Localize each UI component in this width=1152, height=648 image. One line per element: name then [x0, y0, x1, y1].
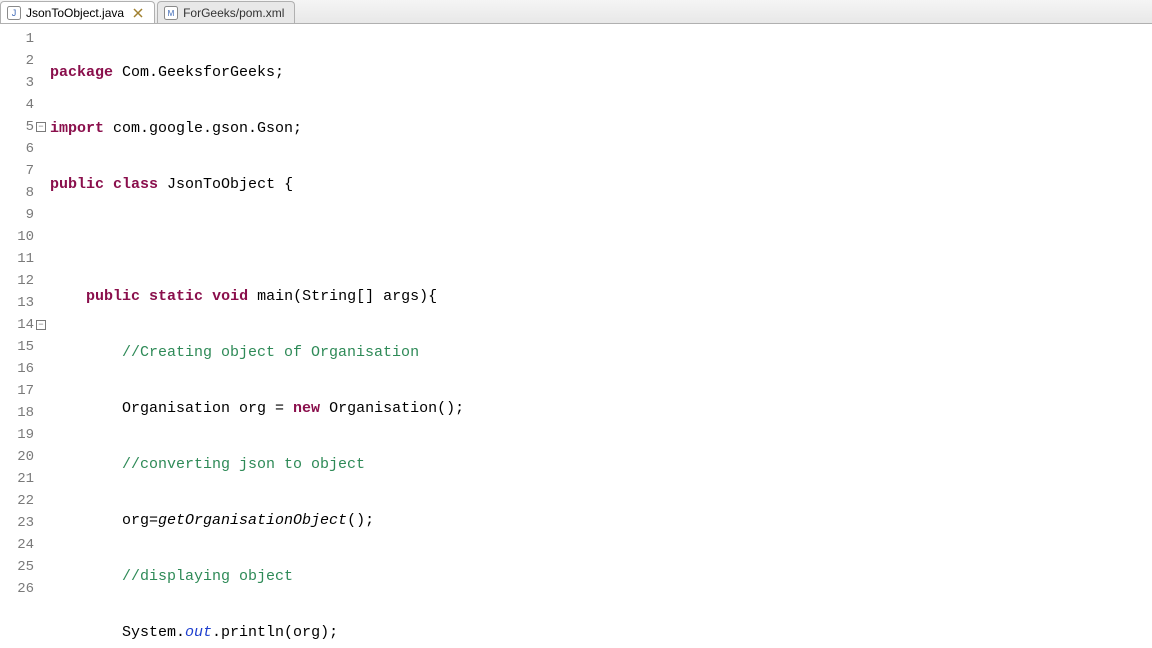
line-number: 19 — [0, 424, 36, 446]
line-number: 12 — [0, 270, 36, 292]
svg-text:M: M — [168, 9, 175, 18]
code-line: //Creating object of Organisation — [50, 342, 1152, 364]
code-line: package Com.GeeksforGeeks; — [50, 62, 1152, 84]
line-number: 1 — [0, 28, 36, 50]
line-number: 25 — [0, 556, 36, 578]
line-number: 9 — [0, 204, 36, 226]
line-number: 24 — [0, 534, 36, 556]
line-number: 15 — [0, 336, 36, 358]
editor-tab-bar: J JsonToObject.java M ForGeeks/pom.xml — [0, 0, 1152, 24]
fold-toggle-icon[interactable]: − — [36, 320, 46, 330]
svg-text:J: J — [12, 8, 17, 18]
line-number: 17 — [0, 380, 36, 402]
maven-file-icon: M — [164, 6, 178, 20]
code-line: Organisation org = new Organisation(); — [50, 398, 1152, 420]
code-line: import com.google.gson.Gson; — [50, 118, 1152, 140]
line-number: 7 — [0, 160, 36, 182]
line-number: 13 — [0, 292, 36, 314]
line-number: 16 — [0, 358, 36, 380]
line-number: 23 — [0, 512, 36, 534]
line-number: 20 — [0, 446, 36, 468]
line-number: 22 — [0, 490, 36, 512]
tab-forgeeks-pom-xml[interactable]: M ForGeeks/pom.xml — [157, 1, 295, 23]
fold-toggle-icon[interactable]: − — [36, 122, 46, 132]
line-number: 18 — [0, 402, 36, 424]
line-number: 5− — [0, 116, 36, 138]
line-number: 21 — [0, 468, 36, 490]
line-number: 2 — [0, 50, 36, 72]
close-icon[interactable] — [132, 7, 144, 19]
code-line — [50, 230, 1152, 252]
tab-label: ForGeeks/pom.xml — [183, 6, 284, 20]
line-number: 6 — [0, 138, 36, 160]
code-line: public class JsonToObject { — [50, 174, 1152, 196]
line-number: 14− — [0, 314, 36, 336]
line-number-gutter: 1 2 3 4 5− 6 7 8 9 10 11 12 13 14− 15 16… — [0, 24, 36, 648]
line-number: 11 — [0, 248, 36, 270]
code-line: public static void main(String[] args){ — [50, 286, 1152, 308]
tab-label: JsonToObject.java — [26, 6, 124, 20]
line-number: 26 — [0, 578, 36, 600]
code-editor: 1 2 3 4 5− 6 7 8 9 10 11 12 13 14− 15 16… — [0, 24, 1152, 648]
line-number: 10 — [0, 226, 36, 248]
code-line: //displaying object — [50, 566, 1152, 588]
tab-json-to-object-java[interactable]: J JsonToObject.java — [0, 1, 155, 23]
java-file-icon: J — [7, 6, 21, 20]
line-number: 4 — [0, 94, 36, 116]
line-number: 8 — [0, 182, 36, 204]
code-line: org=getOrganisationObject(); — [50, 510, 1152, 532]
code-area[interactable]: package Com.GeeksforGeeks; import com.go… — [36, 24, 1152, 648]
line-number: 3 — [0, 72, 36, 94]
code-line: //converting json to object — [50, 454, 1152, 476]
code-line: System.out.println(org); — [50, 622, 1152, 644]
